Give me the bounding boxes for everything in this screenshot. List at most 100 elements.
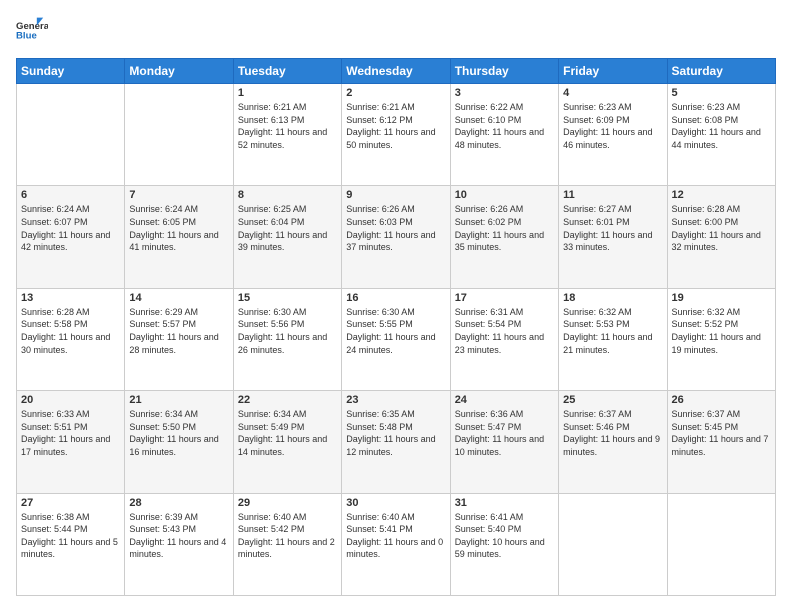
day-number: 14: [129, 292, 228, 304]
calendar-cell: 10 Sunrise: 6:26 AM Sunset: 6:02 PM Dayli…: [450, 186, 558, 288]
calendar-cell: 27 Sunrise: 6:38 AM Sunset: 5:44 PM Dayli…: [17, 493, 125, 595]
day-number: 12: [672, 189, 771, 201]
day-info: Sunrise: 6:28 AM Sunset: 6:00 PM Dayligh…: [672, 203, 771, 253]
day-number: 27: [21, 497, 120, 509]
day-info: Sunrise: 6:41 AM Sunset: 5:40 PM Dayligh…: [455, 511, 554, 561]
day-info: Sunrise: 6:26 AM Sunset: 6:02 PM Dayligh…: [455, 203, 554, 253]
day-number: 11: [563, 189, 662, 201]
calendar-cell: 29 Sunrise: 6:40 AM Sunset: 5:42 PM Dayli…: [233, 493, 341, 595]
weekday-header-saturday: Saturday: [667, 59, 775, 84]
day-info: Sunrise: 6:28 AM Sunset: 5:58 PM Dayligh…: [21, 306, 120, 356]
day-number: 4: [563, 87, 662, 99]
day-number: 29: [238, 497, 337, 509]
day-info: Sunrise: 6:33 AM Sunset: 5:51 PM Dayligh…: [21, 408, 120, 458]
calendar-cell: 17 Sunrise: 6:31 AM Sunset: 5:54 PM Dayli…: [450, 288, 558, 390]
day-info: Sunrise: 6:32 AM Sunset: 5:52 PM Dayligh…: [672, 306, 771, 356]
day-number: 5: [672, 87, 771, 99]
calendar: SundayMondayTuesdayWednesdayThursdayFrid…: [16, 58, 776, 596]
day-number: 7: [129, 189, 228, 201]
day-number: 21: [129, 394, 228, 406]
day-info: Sunrise: 6:31 AM Sunset: 5:54 PM Dayligh…: [455, 306, 554, 356]
day-info: Sunrise: 6:34 AM Sunset: 5:50 PM Dayligh…: [129, 408, 228, 458]
day-info: Sunrise: 6:29 AM Sunset: 5:57 PM Dayligh…: [129, 306, 228, 356]
calendar-cell: 6 Sunrise: 6:24 AM Sunset: 6:07 PM Daylig…: [17, 186, 125, 288]
calendar-cell: 8 Sunrise: 6:25 AM Sunset: 6:04 PM Daylig…: [233, 186, 341, 288]
day-info: Sunrise: 6:37 AM Sunset: 5:45 PM Dayligh…: [672, 408, 771, 458]
weekday-header-friday: Friday: [559, 59, 667, 84]
day-info: Sunrise: 6:23 AM Sunset: 6:09 PM Dayligh…: [563, 101, 662, 151]
calendar-cell: [667, 493, 775, 595]
day-number: 24: [455, 394, 554, 406]
day-info: Sunrise: 6:35 AM Sunset: 5:48 PM Dayligh…: [346, 408, 445, 458]
day-number: 3: [455, 87, 554, 99]
calendar-cell: 14 Sunrise: 6:29 AM Sunset: 5:57 PM Dayli…: [125, 288, 233, 390]
calendar-cell: 7 Sunrise: 6:24 AM Sunset: 6:05 PM Daylig…: [125, 186, 233, 288]
calendar-cell: 22 Sunrise: 6:34 AM Sunset: 5:49 PM Dayli…: [233, 391, 341, 493]
day-info: Sunrise: 6:23 AM Sunset: 6:08 PM Dayligh…: [672, 101, 771, 151]
day-info: Sunrise: 6:40 AM Sunset: 5:42 PM Dayligh…: [238, 511, 337, 561]
calendar-cell: 13 Sunrise: 6:28 AM Sunset: 5:58 PM Dayli…: [17, 288, 125, 390]
day-info: Sunrise: 6:39 AM Sunset: 5:43 PM Dayligh…: [129, 511, 228, 561]
calendar-cell: 5 Sunrise: 6:23 AM Sunset: 6:08 PM Daylig…: [667, 84, 775, 186]
day-info: Sunrise: 6:34 AM Sunset: 5:49 PM Dayligh…: [238, 408, 337, 458]
day-info: Sunrise: 6:24 AM Sunset: 6:05 PM Dayligh…: [129, 203, 228, 253]
calendar-cell: 18 Sunrise: 6:32 AM Sunset: 5:53 PM Dayli…: [559, 288, 667, 390]
day-number: 1: [238, 87, 337, 99]
day-info: Sunrise: 6:22 AM Sunset: 6:10 PM Dayligh…: [455, 101, 554, 151]
day-number: 19: [672, 292, 771, 304]
weekday-header-wednesday: Wednesday: [342, 59, 450, 84]
day-number: 25: [563, 394, 662, 406]
day-number: 30: [346, 497, 445, 509]
calendar-cell: 15Sunrise: 6:30 AM Sunset: 5:56 PM Dayli…: [233, 288, 341, 390]
calendar-cell: 24 Sunrise: 6:36 AM Sunset: 5:47 PM Dayli…: [450, 391, 558, 493]
day-number: 8: [238, 189, 337, 201]
day-info: Sunrise: 6:25 AM Sunset: 6:04 PM Dayligh…: [238, 203, 337, 253]
day-number: 20: [21, 394, 120, 406]
day-info: Sunrise: 6:26 AM Sunset: 6:03 PM Dayligh…: [346, 203, 445, 253]
weekday-header-monday: Monday: [125, 59, 233, 84]
calendar-cell: 12 Sunrise: 6:28 AM Sunset: 6:00 PM Dayli…: [667, 186, 775, 288]
day-info: Sunrise: 6:36 AM Sunset: 5:47 PM Dayligh…: [455, 408, 554, 458]
calendar-cell: 25 Sunrise: 6:37 AM Sunset: 5:46 PM Dayli…: [559, 391, 667, 493]
calendar-cell: 28 Sunrise: 6:39 AM Sunset: 5:43 PM Dayli…: [125, 493, 233, 595]
calendar-cell: 9 Sunrise: 6:26 AM Sunset: 6:03 PM Daylig…: [342, 186, 450, 288]
day-number: 10: [455, 189, 554, 201]
day-info: Sunrise: 6:37 AM Sunset: 5:46 PM Dayligh…: [563, 408, 662, 458]
day-number: 22: [238, 394, 337, 406]
day-number: 31: [455, 497, 554, 509]
weekday-header-tuesday: Tuesday: [233, 59, 341, 84]
day-info: Sunrise: 6:40 AM Sunset: 5:41 PM Dayligh…: [346, 511, 445, 561]
day-number: 18: [563, 292, 662, 304]
calendar-cell: 19 Sunrise: 6:32 AM Sunset: 5:52 PM Dayli…: [667, 288, 775, 390]
calendar-cell: [559, 493, 667, 595]
calendar-cell: 23Sunrise: 6:35 AM Sunset: 5:48 PM Dayli…: [342, 391, 450, 493]
calendar-cell: 30 Sunrise: 6:40 AM Sunset: 5:41 PM Dayli…: [342, 493, 450, 595]
logo-icon: GeneralBlue: [16, 16, 48, 48]
header: GeneralBlue: [16, 16, 776, 48]
calendar-cell: 11 Sunrise: 6:27 AM Sunset: 6:01 PM Dayli…: [559, 186, 667, 288]
svg-text:Blue: Blue: [16, 30, 37, 41]
day-number: 6: [21, 189, 120, 201]
day-number: 9: [346, 189, 445, 201]
day-number: 15: [238, 292, 337, 304]
day-info: Sunrise: 6:38 AM Sunset: 5:44 PM Dayligh…: [21, 511, 120, 561]
day-number: 2: [346, 87, 445, 99]
day-info: Sunrise: 6:27 AM Sunset: 6:01 PM Dayligh…: [563, 203, 662, 253]
day-info: Sunrise: 6:32 AM Sunset: 5:53 PM Dayligh…: [563, 306, 662, 356]
day-number: 17: [455, 292, 554, 304]
weekday-header-thursday: Thursday: [450, 59, 558, 84]
calendar-cell: 31 Sunrise: 6:41 AM Sunset: 5:40 PM Dayli…: [450, 493, 558, 595]
day-info: Sunrise: 6:21 AM Sunset: 6:12 PM Dayligh…: [346, 101, 445, 151]
day-info: Sunrise: 6:24 AM Sunset: 6:07 PM Dayligh…: [21, 203, 120, 253]
day-number: 26: [672, 394, 771, 406]
weekday-header-sunday: Sunday: [17, 59, 125, 84]
calendar-cell: [125, 84, 233, 186]
calendar-cell: 1 Sunrise: 6:21 AM Sunset: 6:13 PM Daylig…: [233, 84, 341, 186]
day-number: 13: [21, 292, 120, 304]
logo: GeneralBlue: [16, 16, 48, 48]
day-info: Sunrise: 6:21 AM Sunset: 6:13 PM Dayligh…: [238, 101, 337, 151]
day-number: 28: [129, 497, 228, 509]
calendar-cell: 3 Sunrise: 6:22 AM Sunset: 6:10 PM Daylig…: [450, 84, 558, 186]
calendar-cell: 2 Sunrise: 6:21 AM Sunset: 6:12 PM Daylig…: [342, 84, 450, 186]
calendar-cell: 26 Sunrise: 6:37 AM Sunset: 5:45 PM Dayli…: [667, 391, 775, 493]
